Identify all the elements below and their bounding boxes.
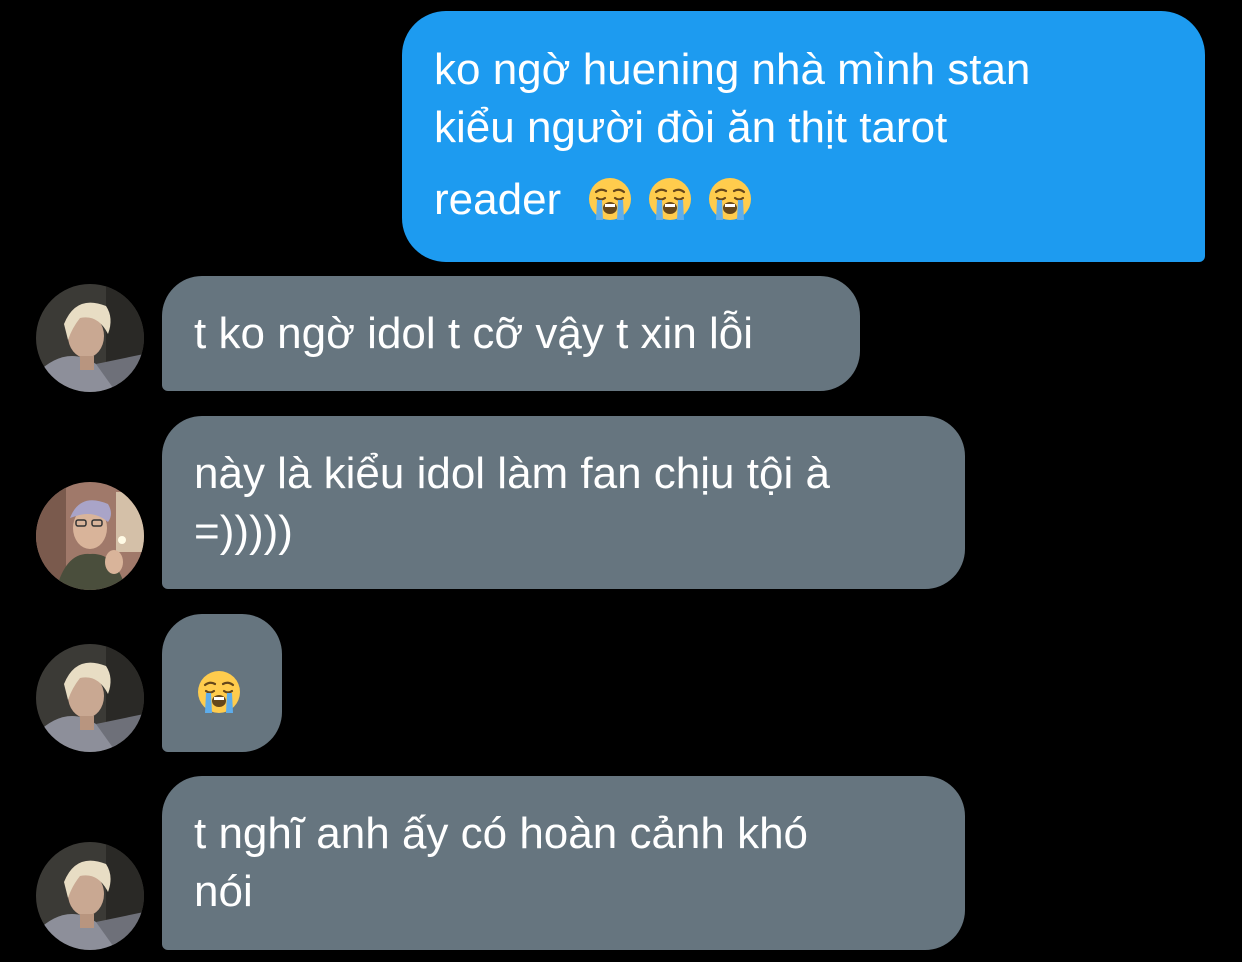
message-line-with-emoji: reader: [434, 171, 1173, 229]
avatar-blonde[interactable]: [36, 284, 144, 392]
message-bubble-received[interactable]: [162, 614, 282, 752]
message-line: =))))): [194, 507, 293, 556]
loudly-crying-face-icon: [587, 176, 633, 222]
message-line: này là kiểu idol làm fan chịu tội à: [194, 449, 830, 498]
message-line: t nghĩ anh ấy có hoàn cảnh khó: [194, 809, 809, 858]
loudly-crying-face-icon: [707, 176, 753, 222]
loudly-crying-face-icon: [647, 176, 693, 222]
message-bubble-received[interactable]: này là kiểu idol làm fan chịu tội à =)))…: [162, 416, 965, 589]
message-bubble-sent[interactable]: ko ngờ huening nhà mình stan kiểu người …: [402, 11, 1205, 262]
avatar-blonde[interactable]: [36, 644, 144, 752]
message-line: reader: [434, 175, 562, 224]
message-bubble-received[interactable]: t ko ngờ idol t cỡ vậy t xin lỗi: [162, 276, 860, 391]
avatar-blonde[interactable]: [36, 842, 144, 950]
message-line: nói: [194, 867, 253, 916]
message-bubble-received[interactable]: t nghĩ anh ấy có hoàn cảnh khó nói: [162, 776, 965, 950]
message-line: t ko ngờ idol t cỡ vậy t xin lỗi: [194, 309, 754, 358]
loudly-crying-face-icon: [196, 669, 242, 715]
avatar-purple-hair[interactable]: [36, 482, 144, 590]
message-line: ko ngờ huening nhà mình stan: [434, 45, 1031, 94]
message-line: kiểu người đòi ăn thịt tarot: [434, 103, 948, 152]
